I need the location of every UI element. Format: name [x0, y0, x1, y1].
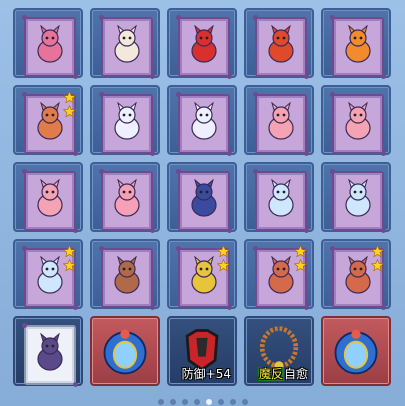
star-icon [217, 259, 230, 272]
ice-fox-pet-icon [345, 179, 371, 217]
pet-card [22, 169, 78, 233]
star-rating [294, 245, 308, 273]
pet-card-slot[interactable] [244, 8, 314, 79]
shadow-wolf-pet-icon [37, 333, 63, 371]
pet-card-slot[interactable] [321, 239, 391, 310]
pet-card [99, 15, 155, 79]
pet-card [253, 169, 309, 233]
item-stat-label: 魔反自愈 [246, 367, 312, 381]
pet-card-slot[interactable] [13, 85, 83, 156]
pet-card [99, 92, 155, 156]
blue-spirit-mask-item-icon [334, 329, 378, 375]
pet-card-slot[interactable] [321, 85, 391, 156]
brown-boar-pet-icon [114, 256, 140, 294]
pet-card [253, 92, 309, 156]
red-lion-dance-pet-icon [191, 25, 217, 63]
pink-bird-pet-icon [114, 179, 140, 217]
pet-card-slot[interactable] [90, 239, 160, 310]
page-dot[interactable] [205, 399, 212, 405]
item-slot[interactable] [90, 316, 160, 386]
pet-card [22, 323, 78, 387]
page-dot[interactable] [217, 399, 224, 405]
page-dot[interactable] [181, 399, 188, 405]
item-slot[interactable] [321, 316, 391, 386]
page-dot[interactable] [193, 399, 200, 405]
pet-card-slot[interactable] [13, 316, 83, 387]
pet-card-slot[interactable] [321, 162, 391, 233]
star-icon [371, 259, 384, 272]
blue-knight-pet-icon [191, 179, 217, 217]
pet-card-slot[interactable] [13, 8, 83, 79]
star-icon [63, 259, 76, 272]
pink-pig-pet-icon [268, 102, 294, 140]
pet-card-slot[interactable] [244, 162, 314, 233]
pet-card [22, 15, 78, 79]
white-unicorn-pet-icon [191, 102, 217, 140]
star-icon [63, 91, 76, 104]
star-rating [217, 245, 231, 273]
item-slot[interactable]: 防御+54 [167, 316, 237, 386]
star-icon [63, 245, 76, 258]
star-rating [63, 245, 77, 273]
page-dot[interactable] [241, 399, 248, 405]
pet-card-slot[interactable] [167, 239, 237, 310]
pink-pig-pet-icon [37, 179, 63, 217]
pet-card-slot[interactable] [244, 239, 314, 310]
pet-card [330, 169, 386, 233]
item-tag-highlight: 魔反 [257, 367, 284, 381]
pet-card-slot[interactable] [90, 85, 160, 156]
pet-card-slot[interactable] [90, 162, 160, 233]
white-unicorn-pet-icon [114, 102, 140, 140]
page-indicator [0, 399, 405, 406]
pet-card-slot[interactable] [244, 85, 314, 156]
pet-card-slot[interactable] [321, 8, 391, 79]
pet-inventory-panel: 防御+54 魔反自愈 [0, 0, 405, 406]
blue-spirit-mask-item-icon [103, 329, 147, 375]
pet-card [253, 15, 309, 79]
star-rating [371, 245, 385, 273]
page-dot[interactable] [169, 399, 176, 405]
page-dot[interactable] [229, 399, 236, 405]
pink-pig-pet-icon [345, 102, 371, 140]
white-deer-pet-icon [114, 25, 140, 63]
star-icon [371, 245, 384, 258]
pet-card-slot[interactable] [167, 8, 237, 79]
pet-card [99, 246, 155, 310]
star-icon [217, 245, 230, 258]
orange-lion-dance-pet-icon [345, 25, 371, 63]
pet-card [330, 15, 386, 79]
star-icon [294, 245, 307, 258]
pet-card-slot[interactable] [90, 8, 160, 79]
pet-card-slot[interactable] [167, 85, 237, 156]
item-slot[interactable]: 魔反自愈 [244, 316, 314, 386]
item-stat-text: 防御+54 [181, 367, 231, 381]
pet-card-slot[interactable] [13, 239, 83, 310]
pet-card-slot[interactable] [13, 162, 83, 233]
red-lion-dance-pet-icon [268, 25, 294, 63]
ice-fox-pet-icon [268, 179, 294, 217]
pet-card-slot[interactable] [167, 162, 237, 233]
item-stat-label: 防御+54 [169, 367, 235, 381]
star-icon [63, 105, 76, 118]
star-rating [63, 91, 77, 119]
pet-card [330, 92, 386, 156]
item-tag-text: 自愈 [283, 367, 308, 381]
pink-fox-pet-icon [37, 25, 63, 63]
page-dot[interactable] [157, 399, 164, 405]
star-icon [294, 259, 307, 272]
pet-card [99, 169, 155, 233]
pet-card [176, 169, 232, 233]
pet-card [176, 15, 232, 79]
pet-card [176, 92, 232, 156]
